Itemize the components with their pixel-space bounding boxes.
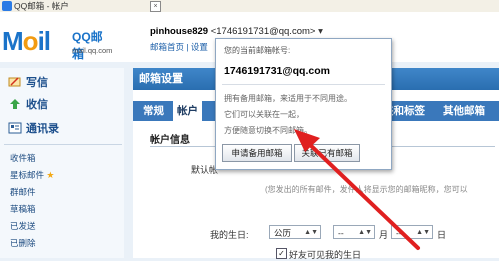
select-arrow-icon: ▲▼ bbox=[358, 229, 372, 236]
contacts-button[interactable]: 通讯录 bbox=[8, 120, 59, 136]
popup-email: 1746191731@qq.com bbox=[224, 65, 330, 77]
select-arrow-icon: ▲▼ bbox=[416, 229, 430, 236]
tab-general[interactable]: 常规 bbox=[143, 101, 164, 121]
left-sidebar: 写信 收信 通讯录 收件箱 星标邮件 ★ 群邮件 草稿箱 已发送 已删除 bbox=[0, 68, 124, 258]
sidebar-divider bbox=[4, 144, 122, 145]
day-label: 日 bbox=[437, 230, 447, 240]
qq-mail-logo[interactable]: Moil QQ邮箱 mail.qq.com bbox=[2, 26, 112, 62]
folder-inbox[interactable]: 收件箱 bbox=[10, 152, 36, 164]
receive-button[interactable]: 收信 bbox=[8, 96, 48, 112]
logo-domain: mail.qq.com bbox=[72, 46, 113, 55]
tab-other-mailbox[interactable]: 其他邮箱 bbox=[443, 101, 485, 121]
account-address: <1746191731@qq.com> bbox=[210, 26, 316, 37]
birth-day-select[interactable]: -- ▲▼ bbox=[391, 225, 433, 239]
birthday-visible-label: 好友可见我的生日 bbox=[289, 250, 362, 260]
birthday-label: 我的生日: bbox=[210, 230, 249, 240]
tab-close-icon[interactable]: × bbox=[150, 1, 161, 12]
account-switcher[interactable]: pinhouse829 <1746191731@qq.com> ▾ bbox=[150, 26, 323, 37]
section-title: 帐户信息 bbox=[150, 135, 190, 146]
address-book-icon bbox=[8, 122, 22, 134]
chevron-down-icon[interactable]: ▾ bbox=[318, 26, 323, 37]
star-icon: ★ bbox=[46, 170, 55, 180]
inbox-icon bbox=[10, 99, 20, 109]
logo-brand: QQ邮箱 bbox=[72, 30, 103, 61]
apply-backup-mailbox-button[interactable]: 申请备用邮箱 bbox=[222, 144, 292, 162]
account-username: pinhouse829 bbox=[150, 26, 209, 37]
popup-intro: 您的当前邮箱帐号: bbox=[224, 46, 291, 55]
account-popup: 您的当前邮箱帐号: 1746191731@qq.com 拥有备用邮箱，来适用于不… bbox=[215, 38, 392, 170]
calendar-type-select[interactable]: 公历 ▲▼ bbox=[269, 225, 321, 239]
popup-text-1: 拥有备用邮箱，来适用于不同用途。 bbox=[224, 94, 352, 103]
write-button[interactable]: 写信 bbox=[8, 74, 48, 90]
default-account-label: 默认帐 bbox=[191, 165, 219, 175]
select-arrow-icon: ▲▼ bbox=[304, 229, 318, 236]
default-account-hint: (您发出的所有邮件，发件人将显示您的邮箱昵称，您可以 bbox=[265, 185, 468, 194]
folder-drafts[interactable]: 草稿箱 bbox=[10, 203, 36, 215]
popup-divider bbox=[222, 84, 385, 85]
logo-mark: Moil bbox=[2, 26, 51, 56]
folder-deleted[interactable]: 已删除 bbox=[10, 237, 36, 249]
birthday-visible-checkbox[interactable]: ✓ bbox=[276, 248, 287, 259]
popup-text-2: 它们可以关联在一起， bbox=[224, 110, 304, 119]
pencil-icon bbox=[8, 77, 21, 87]
link-existing-mailbox-button[interactable]: 关联已有邮箱 bbox=[294, 144, 360, 162]
folder-sent[interactable]: 已发送 bbox=[10, 220, 36, 232]
header-links[interactable]: 邮箱首页 | 设置 bbox=[150, 41, 208, 53]
popup-text-3: 方便随意切换不同邮箱。 bbox=[224, 126, 312, 135]
qq-mail-favicon-icon bbox=[2, 1, 12, 11]
birth-month-select[interactable]: -- ▲▼ bbox=[333, 225, 375, 239]
folder-group[interactable]: 群邮件 bbox=[10, 186, 36, 198]
folder-starred[interactable]: 星标邮件 ★ bbox=[10, 169, 54, 181]
browser-tab-title[interactable]: QQ邮箱 - 帐户 bbox=[14, 0, 69, 12]
month-label: 月 bbox=[379, 230, 389, 240]
tab-account[interactable]: 帐户 bbox=[173, 101, 202, 121]
